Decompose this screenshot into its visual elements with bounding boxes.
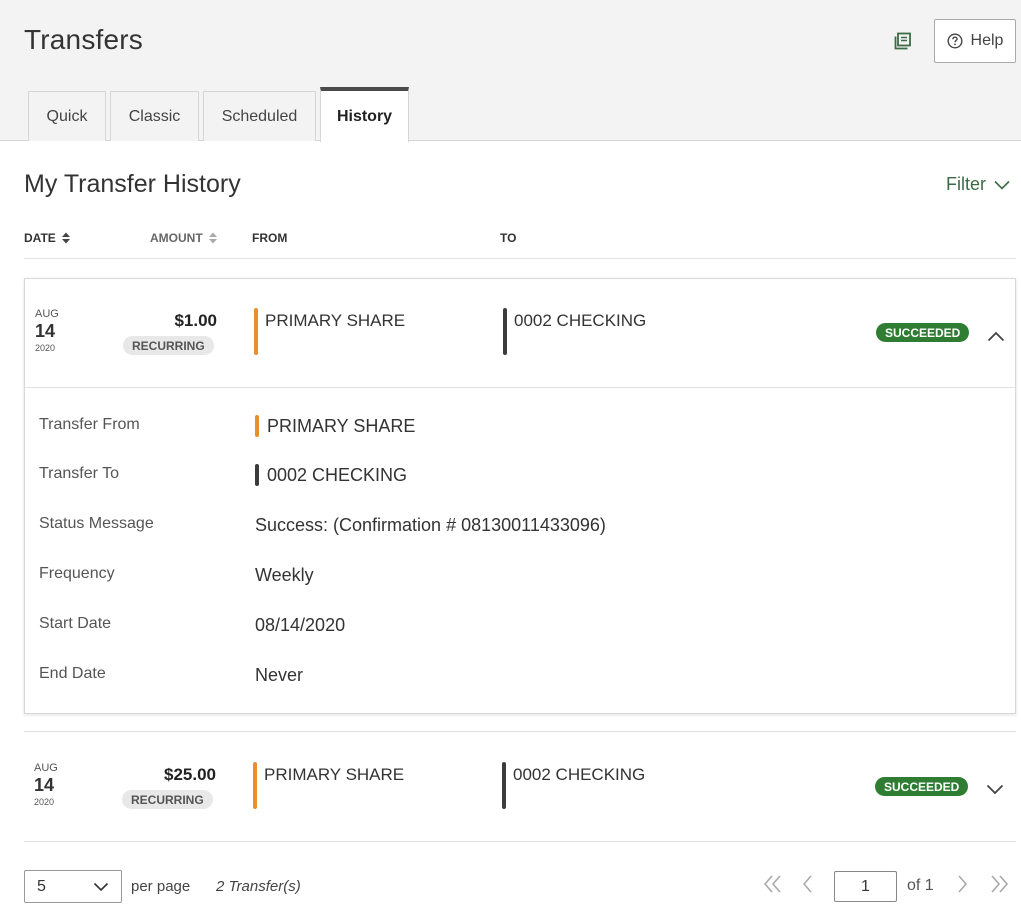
to-account-color-bar (502, 762, 506, 809)
sort-icon (61, 232, 70, 244)
to-account: 0002 CHECKING (502, 762, 646, 809)
date-header-label: DATE (24, 231, 56, 245)
from-account: PRIMARY SHARE (253, 762, 405, 809)
double-chevron-left-icon (763, 875, 781, 893)
question-circle-icon (947, 33, 963, 49)
date-year: 2020 (34, 797, 55, 807)
print-icon[interactable] (894, 32, 912, 50)
date-day: 14 (35, 321, 56, 341)
to-account-color-bar (503, 308, 507, 355)
row-divider (24, 841, 1016, 842)
filter-button[interactable]: Filter (946, 174, 1010, 195)
previous-page-button[interactable] (800, 874, 814, 899)
chevron-down-icon (93, 882, 109, 892)
from-account-color-bar (253, 762, 257, 809)
chevron-up-icon (987, 331, 1005, 342)
from-account-color-bar (255, 415, 259, 437)
status-badge: SUCCEEDED (875, 777, 969, 796)
filter-label: Filter (946, 174, 986, 194)
to-account: 0002 CHECKING (503, 308, 647, 355)
transfer-row[interactable]: AUG 14 2020 $25.00 RECURRING PRIMARY SHA… (24, 732, 1016, 841)
help-label: Help (970, 32, 1004, 49)
sort-icon (208, 232, 217, 244)
per-page-select[interactable]: 5 (24, 870, 122, 903)
expand-button[interactable] (986, 782, 1004, 800)
page-total-label: of 1 (907, 877, 934, 894)
chevron-left-icon (802, 875, 812, 893)
detail-label-frequency: Frequency (39, 565, 115, 582)
date-month: AUG (35, 308, 59, 320)
transfer-card-expanded: AUG 14 2020 $1.00 RECURRING PRIMARY SHAR… (24, 278, 1016, 714)
tab-scheduled[interactable]: Scheduled (203, 91, 316, 141)
status-badge: SUCCEEDED (876, 323, 970, 342)
from-account: PRIMARY SHARE (254, 308, 406, 355)
next-page-button[interactable] (956, 874, 970, 899)
first-page-button[interactable] (762, 874, 784, 899)
recurring-badge: RECURRING (122, 790, 213, 809)
from-account-color-bar (254, 308, 258, 355)
tab-classic[interactable]: Classic (110, 91, 199, 141)
transfer-date: AUG 14 2020 (34, 762, 58, 807)
per-page-label: per page (131, 878, 191, 895)
page-header: Transfers Help Quick Classic Scheduled H… (0, 0, 1021, 142)
card-divider (25, 387, 1015, 388)
column-header-amount[interactable]: AMOUNT (150, 231, 219, 245)
detail-transfer-to-text: 0002 CHECKING (267, 464, 408, 485)
date-month: AUG (34, 762, 58, 774)
tab-quick[interactable]: Quick (28, 91, 106, 141)
detail-label-transfer-to: Transfer To (39, 465, 120, 482)
section-title: My Transfer History (24, 170, 241, 198)
from-account-name: PRIMARY SHARE (265, 311, 406, 330)
per-page-value: 5 (37, 877, 46, 895)
detail-label-transfer-from: Transfer From (39, 416, 140, 433)
detail-value-frequency: Weekly (255, 565, 314, 585)
transfer-amount: $1.00 (174, 311, 217, 330)
amount-header-label: AMOUNT (150, 231, 203, 245)
chevron-down-icon (986, 784, 1004, 795)
transfer-date: AUG 14 2020 (35, 308, 59, 353)
page-number-input[interactable] (834, 871, 897, 902)
detail-label-start-date: Start Date (39, 615, 112, 632)
header-divider (24, 258, 1016, 259)
detail-value-transfer-from: PRIMARY SHARE (255, 415, 415, 437)
date-day: 14 (34, 775, 55, 795)
double-chevron-right-icon (991, 875, 1009, 893)
detail-label-status-message: Status Message (39, 515, 154, 532)
collapse-button[interactable] (987, 329, 1005, 347)
to-account-name: 0002 CHECKING (513, 765, 646, 784)
column-header-to: TO (500, 231, 517, 245)
to-account-name: 0002 CHECKING (514, 311, 647, 330)
date-year: 2020 (35, 343, 56, 353)
detail-label-end-date: End Date (39, 665, 106, 682)
to-account-color-bar (255, 464, 259, 486)
recurring-badge: RECURRING (123, 336, 214, 355)
detail-transfer-from-text: PRIMARY SHARE (267, 415, 416, 436)
from-account-name: PRIMARY SHARE (264, 765, 405, 784)
help-button[interactable]: Help (934, 19, 1016, 63)
column-header-date[interactable]: DATE (24, 231, 72, 245)
detail-value-transfer-to: 0002 CHECKING (255, 464, 407, 486)
transfer-amount: $25.00 (164, 765, 216, 784)
chevron-down-icon (994, 180, 1010, 190)
transfer-count: 2 Transfer(s) (216, 878, 301, 895)
last-page-button[interactable] (988, 874, 1010, 899)
detail-value-end-date: Never (255, 665, 304, 685)
tab-history[interactable]: History (320, 87, 409, 142)
column-header-from: FROM (252, 231, 288, 245)
chevron-right-icon (958, 875, 968, 893)
detail-value-status-message: Success: (Confirmation # 08130011433096) (255, 515, 606, 535)
page-title: Transfers (24, 24, 144, 55)
detail-value-start-date: 08/14/2020 (255, 615, 346, 635)
